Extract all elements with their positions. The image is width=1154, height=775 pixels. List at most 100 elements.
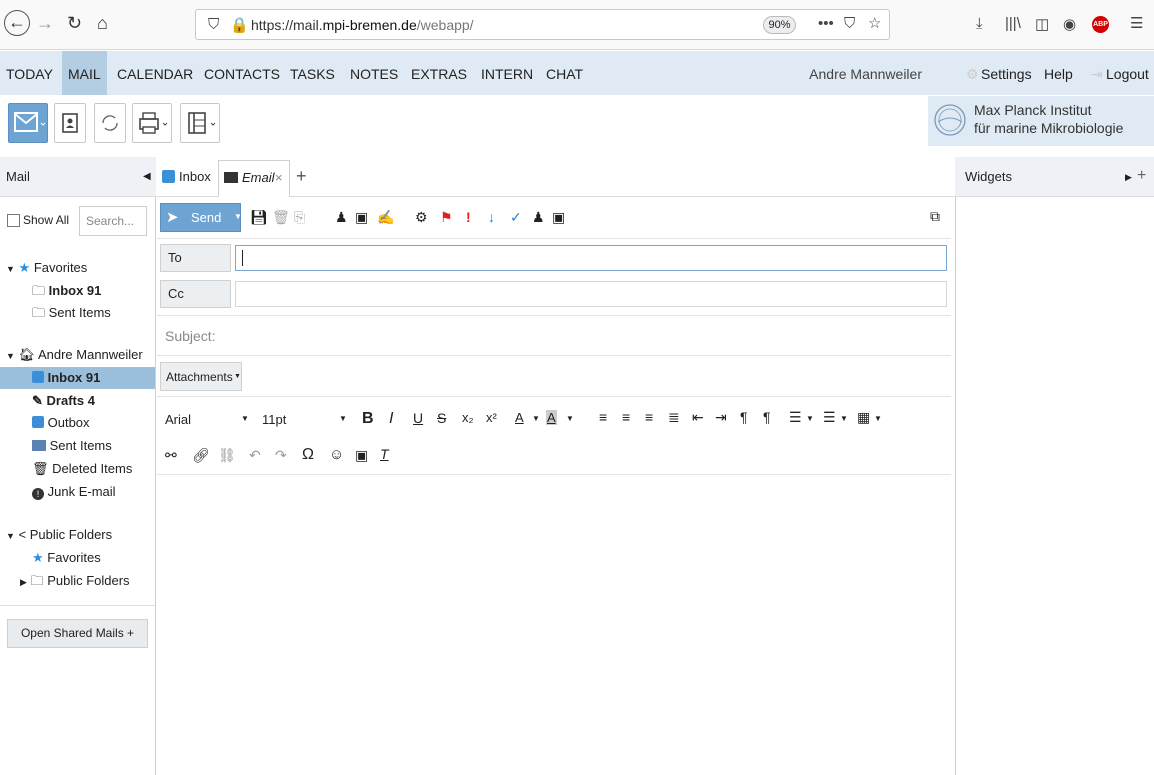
help-link[interactable]: Help <box>1044 51 1073 98</box>
home-icon[interactable]: ⌂ <box>97 13 108 33</box>
underline-icon[interactable]: U <box>413 410 423 426</box>
bookmark-star-icon[interactable]: ☆ <box>868 14 881 32</box>
address-book-button[interactable] <box>54 103 86 143</box>
font-family-select[interactable]: Arial <box>165 412 191 427</box>
sync-button[interactable] <box>94 103 126 143</box>
bullet-list-dropdown-icon[interactable]: ▼ <box>806 414 814 423</box>
cc-button[interactable]: Cc <box>160 280 231 308</box>
table-icon[interactable]: ▦ <box>857 409 870 426</box>
add-widget-icon[interactable]: + <box>1137 156 1146 196</box>
nav-calendar[interactable]: CALENDAR <box>117 51 193 95</box>
bg-color-dropdown-icon[interactable]: ▼ <box>566 414 574 423</box>
font-dropdown-icon[interactable]: ▼ <box>241 414 249 423</box>
adblock-icon[interactable]: ABP <box>1092 16 1109 33</box>
show-all-checkbox[interactable] <box>7 214 20 227</box>
logout-link[interactable]: Logout <box>1106 51 1149 98</box>
nav-tasks[interactable]: TASKS <box>290 51 335 95</box>
cc-input[interactable] <box>235 281 947 307</box>
outdent-icon[interactable]: ⇤ <box>692 409 704 426</box>
tab-email[interactable]: Email × <box>218 160 290 197</box>
signature-icon[interactable]: ✍ <box>377 209 394 226</box>
url-bar[interactable]: ⛉ 🔒 https://mail.mpi-bremen.de/webapp/ 9… <box>195 9 890 40</box>
strikethrough-icon[interactable]: S <box>437 410 446 426</box>
superscript-icon[interactable]: x² <box>486 410 497 425</box>
nav-chat[interactable]: CHAT <box>546 51 583 95</box>
account-icon[interactable]: ◉ <box>1063 15 1076 33</box>
bold-icon[interactable]: B <box>362 410 374 428</box>
find-replace-icon[interactable]: ⚯ <box>165 447 177 464</box>
font-size-select[interactable]: 11pt <box>262 412 286 427</box>
vcard-icon[interactable]: ▣ <box>552 209 565 226</box>
special-character-icon[interactable]: Ω <box>302 446 314 464</box>
public-folders-sub[interactable]: ▶ 🗀 Public Folders <box>20 570 130 592</box>
to-input[interactable] <box>235 245 947 271</box>
open-shared-mails-button[interactable]: Open Shared Mails + <box>7 619 148 648</box>
message-body-editor[interactable] <box>157 476 954 775</box>
nav-mail[interactable]: MAIL <box>62 51 107 95</box>
emoticon-icon[interactable]: ☺ <box>329 446 344 463</box>
library-icon[interactable]: |||\ <box>1005 15 1021 32</box>
forward-icon[interactable]: → <box>36 13 54 33</box>
table-dropdown-icon[interactable]: ▼ <box>874 414 882 423</box>
back-icon[interactable]: ← <box>4 10 30 36</box>
low-priority-icon[interactable]: ↓ <box>488 209 495 225</box>
tree-favorites[interactable]: ▼ ★ Favorites <box>6 257 87 279</box>
options-gear-icon[interactable]: ⚙ <box>415 209 428 226</box>
attachments-button[interactable]: Attachments ▼ <box>160 362 242 391</box>
subscript-icon[interactable]: x₂ <box>462 410 474 425</box>
zoom-indicator[interactable]: 90% <box>763 16 796 34</box>
folder-outbox[interactable]: Outbox <box>32 412 90 434</box>
high-priority-icon[interactable]: ! <box>466 209 471 225</box>
folder-inbox[interactable]: Inbox 91 <box>0 367 155 389</box>
folder-search-input[interactable]: Search... <box>79 206 147 236</box>
save-icon[interactable]: 💾︎ <box>250 209 268 226</box>
text-color-dropdown-icon[interactable]: ▼ <box>532 414 540 423</box>
contact-icon[interactable]: ♟ <box>532 209 545 226</box>
new-mail-button[interactable] <box>8 103 48 143</box>
expand-right-icon[interactable]: ▶ <box>1125 157 1132 197</box>
nav-contacts[interactable]: CONTACTS <box>204 51 280 95</box>
fav-sent-items[interactable]: 🗀 Sent Items <box>32 302 111 324</box>
settings-link[interactable]: Settings <box>981 51 1032 98</box>
align-center-icon[interactable]: ≡ <box>622 409 630 425</box>
tree-account[interactable]: ▼ 🏠︎ Andre Mannweiler <box>6 344 143 366</box>
insert-image-icon[interactable]: ▣ <box>355 447 368 464</box>
check-names-icon[interactable]: ♟ <box>335 209 348 226</box>
justify-icon[interactable]: ≣ <box>668 409 680 426</box>
folder-sent-items[interactable]: Sent Items <box>32 435 112 457</box>
tab-inbox[interactable]: Inbox <box>156 157 216 197</box>
collapse-left-icon[interactable]: ◀ <box>143 157 151 197</box>
popout-icon[interactable]: ⧉ <box>930 208 940 225</box>
ltr-icon[interactable]: ¶ <box>740 409 748 425</box>
sidebar-toggle-icon[interactable]: ◫ <box>1035 15 1049 33</box>
folder-junk[interactable]: ! Junk E-mail <box>32 481 116 503</box>
nav-intern[interactable]: INTERN <box>481 51 533 95</box>
size-dropdown-icon[interactable]: ▼ <box>339 414 347 423</box>
download-icon[interactable]: ⤓ <box>976 15 983 32</box>
numbered-list-dropdown-icon[interactable]: ▼ <box>840 414 848 423</box>
italic-icon[interactable]: I <box>389 410 393 428</box>
subject-input[interactable]: Subject: <box>165 328 216 344</box>
rtl-icon[interactable]: ¶ <box>763 409 771 425</box>
tree-public-folders[interactable]: ▼ < Public Folders <box>6 524 112 546</box>
redo-icon[interactable]: ↷ <box>275 447 287 464</box>
print-button[interactable] <box>132 103 172 143</box>
insert-link-icon[interactable]: 🔗︎ <box>192 447 210 464</box>
bullet-list-icon[interactable]: ☰ <box>789 409 802 426</box>
view-layout-button[interactable] <box>180 103 220 143</box>
send-button[interactable]: ➤ Send ▼ <box>160 203 242 232</box>
numbered-list-icon[interactable]: ☰ <box>823 409 836 426</box>
unlink-icon[interactable]: ⛓ <box>218 447 236 464</box>
close-tab-icon[interactable]: × <box>275 158 283 198</box>
align-right-icon[interactable]: ≡ <box>645 409 653 425</box>
nav-extras[interactable]: EXTRAS <box>411 51 467 95</box>
to-button[interactable]: To <box>160 244 231 272</box>
background-color-icon[interactable]: A <box>546 410 557 425</box>
nav-today[interactable]: TODAY <box>6 51 53 95</box>
address-book-small-icon[interactable]: ▣ <box>355 209 368 226</box>
fav-inbox[interactable]: 🗀 Inbox 91 <box>32 280 101 302</box>
new-tab-icon[interactable]: + <box>296 156 307 196</box>
menu-icon[interactable]: ☰ <box>1130 14 1143 32</box>
folder-drafts[interactable]: ✎ Drafts 4 <box>32 390 95 412</box>
nav-notes[interactable]: NOTES <box>350 51 398 95</box>
